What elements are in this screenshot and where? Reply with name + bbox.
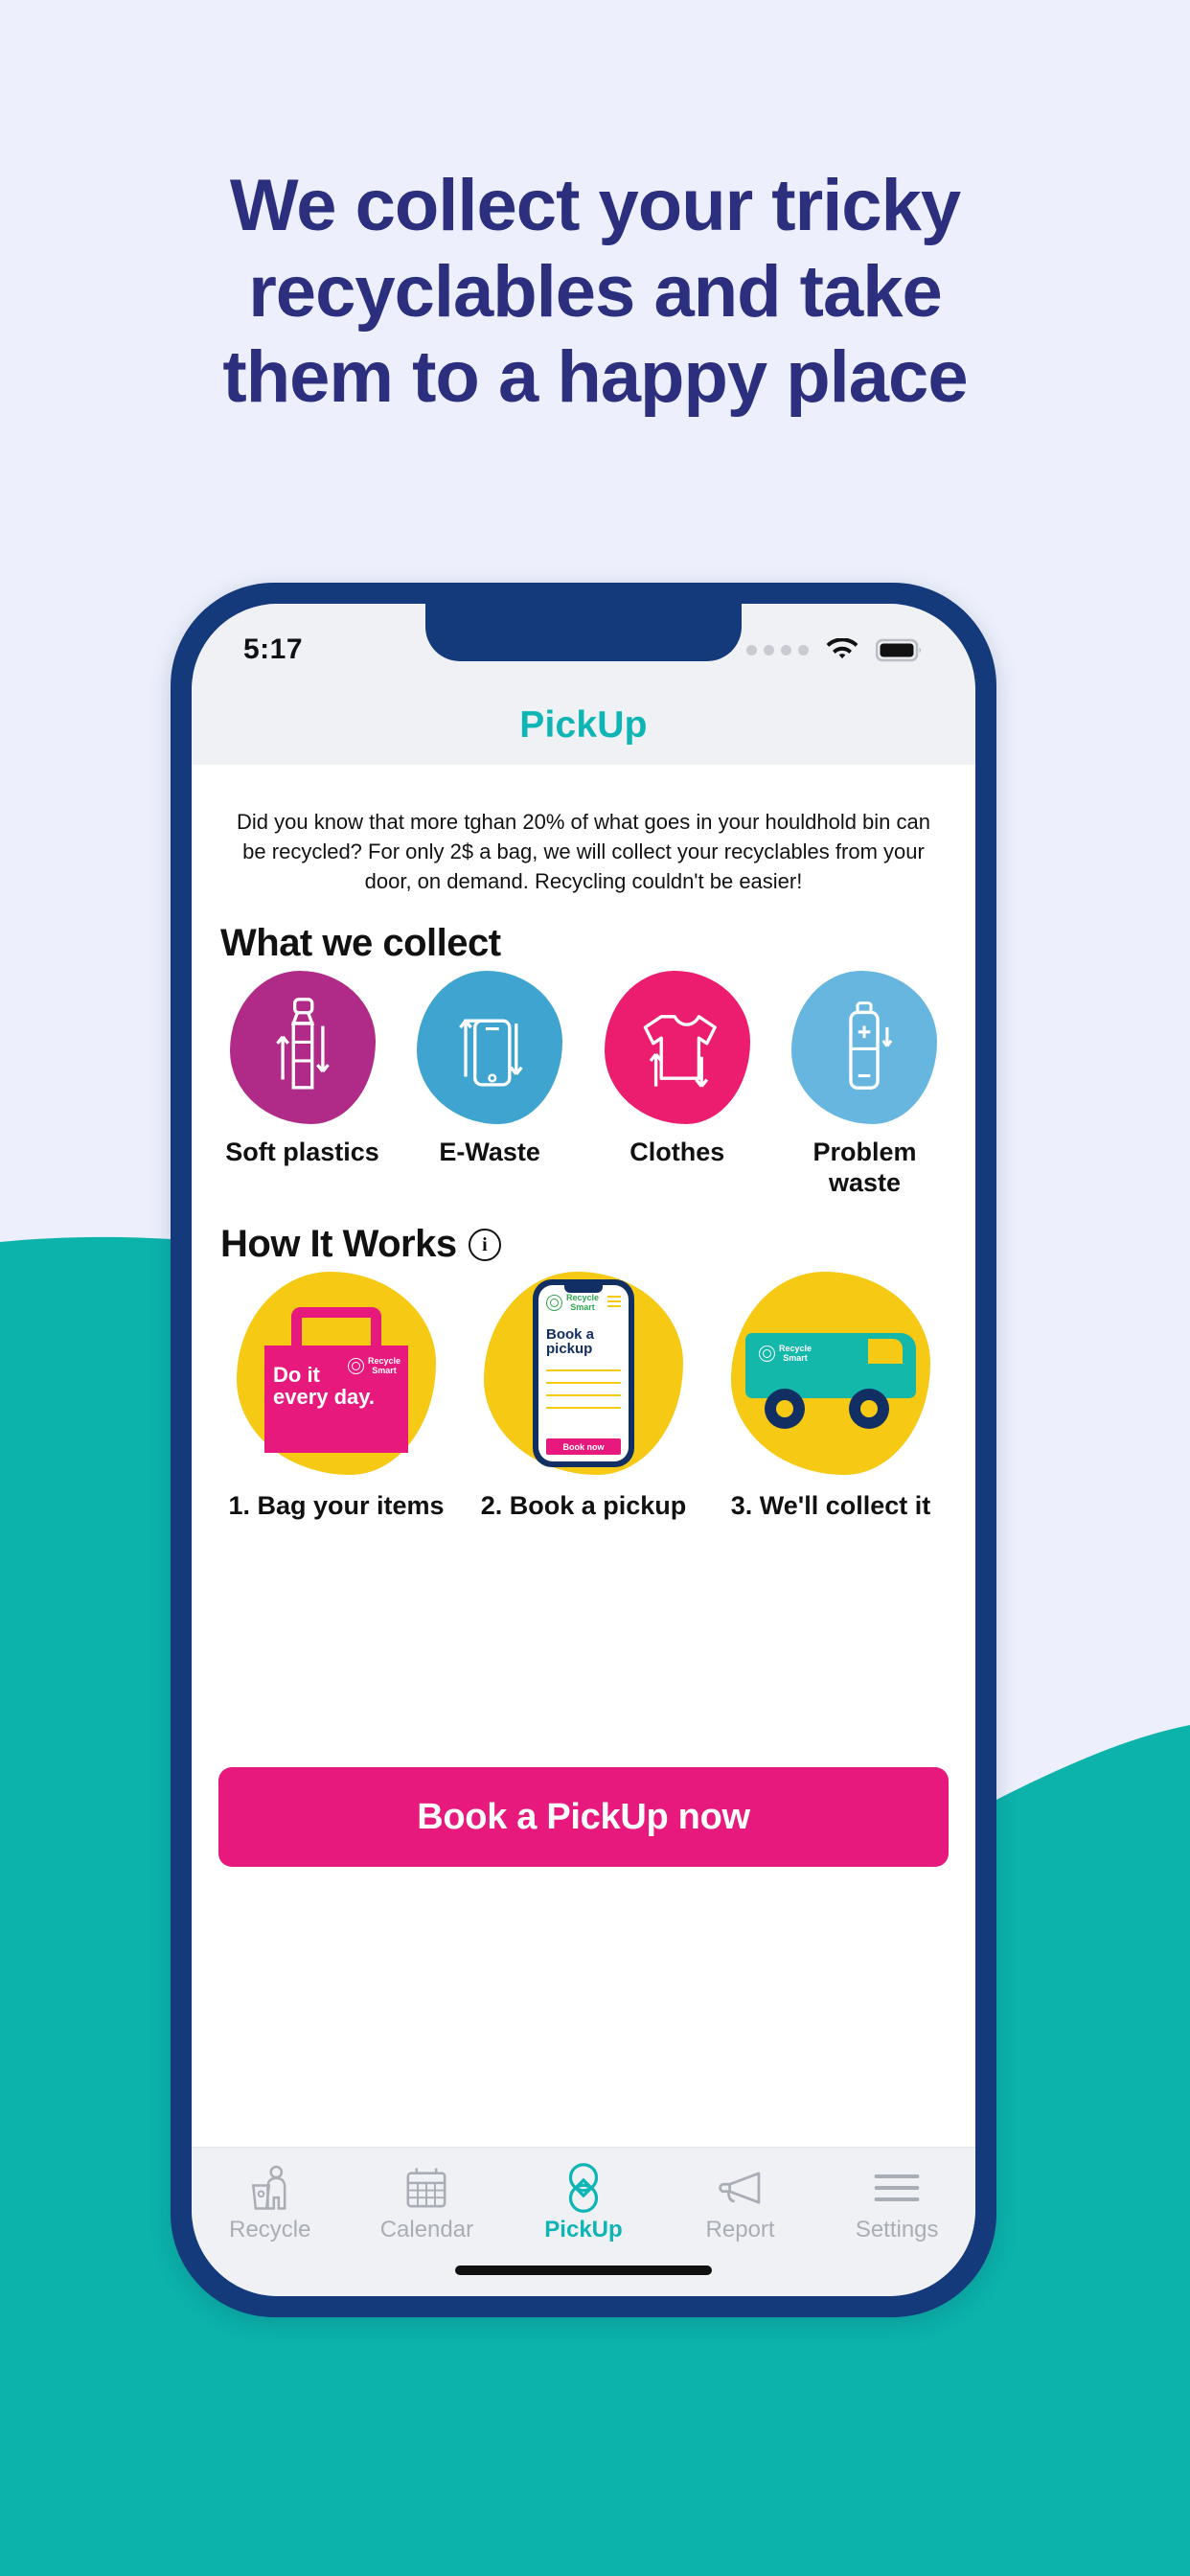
collect-item-clothes[interactable]: Clothes <box>593 970 761 1199</box>
truck-art: Recycle Smart <box>731 1272 930 1476</box>
collect-section-title: What we collect <box>220 922 949 965</box>
phone-mockup: 5:17 PickUp Did you know that more tghan… <box>171 583 996 2317</box>
how-step-label: 2. Book a pickup <box>480 1491 687 1521</box>
recycle-smart-mark-icon <box>546 1295 562 1312</box>
collect-item-label: Soft plastics <box>225 1137 379 1166</box>
collect-item-label: E-Waste <box>439 1137 540 1166</box>
phone-notch <box>425 604 742 661</box>
truck-wheel-rear <box>849 1389 889 1430</box>
how-step-3[interactable]: Recycle Smart 3. We'll collect it <box>721 1272 941 1521</box>
tab-label: Settings <box>855 2217 939 2242</box>
how-section-title: How It Works i <box>220 1223 949 1266</box>
collect-item-label: Problem waste <box>812 1137 917 1197</box>
brand-line-2: Smart <box>372 1365 397 1375</box>
collect-item-label: Clothes <box>629 1137 725 1166</box>
phone-screen: 5:17 PickUp Did you know that more tghan… <box>192 604 975 2296</box>
tab-label: PickUp <box>544 2217 623 2242</box>
how-step-1[interactable]: Recycle Smart Do it every day. 1. Bag yo… <box>226 1272 446 1521</box>
battery-full-icon <box>876 638 922 661</box>
pink-bag-art: Recycle Smart Do it every day. <box>237 1272 436 1476</box>
person-bin-icon <box>192 2163 349 2213</box>
tab-label: Recycle <box>229 2217 311 2242</box>
page-headline: We collect your tricky recyclables and t… <box>0 163 1190 421</box>
tab-report[interactable]: Report <box>662 2163 819 2243</box>
tab-pickup[interactable]: PickUp <box>505 2163 662 2243</box>
how-step-2[interactable]: Recycle Smart Book a pickup Book now 2. … <box>473 1272 694 1521</box>
hamburger-icon <box>607 1296 621 1310</box>
how-section-title-text: How It Works <box>220 1223 457 1266</box>
bag-illustration: Recycle Smart Do it every day. <box>264 1307 408 1454</box>
collect-item-soft-plastics[interactable]: Soft plastics <box>218 970 386 1199</box>
tab-label: Report <box>705 2217 775 2242</box>
collect-item-e-waste[interactable]: E-Waste <box>406 970 574 1199</box>
mini-phone-title: Book a pickup <box>546 1327 621 1357</box>
app-header: PickUp <box>192 686 975 765</box>
brand-line-2: Smart <box>570 1301 595 1312</box>
recycle-smart-logo: Recycle Smart <box>759 1345 812 1362</box>
collect-section-title-text: What we collect <box>220 921 501 964</box>
mini-phone-form-fields <box>546 1363 621 1410</box>
recycle-smart-mark-icon <box>759 1346 775 1363</box>
mini-phone-art: Recycle Smart Book a pickup Book now <box>484 1272 683 1476</box>
book-pickup-button[interactable]: Book a PickUp now <box>218 1767 949 1867</box>
headline-line-1: We collect your tricky <box>229 165 961 246</box>
intro-paragraph: Did you know that more tghan 20% of what… <box>236 810 930 894</box>
hamburger-icon <box>818 2163 975 2213</box>
headline-line-3: them to a happy place <box>222 336 968 419</box>
headline-line-2: recyclables and take <box>248 250 943 333</box>
mini-phone-illustration: Recycle Smart Book a pickup Book now <box>533 1279 634 1468</box>
how-step-label: 3. We'll collect it <box>730 1491 931 1521</box>
calendar-icon <box>349 2163 506 2213</box>
status-clock: 5:17 <box>243 633 304 665</box>
mini-title-line-2: pickup <box>546 1341 593 1358</box>
phone-recycle-icon <box>417 970 563 1124</box>
phone-frame: 5:17 PickUp Did you know that more tghan… <box>171 583 996 2317</box>
tab-recycle[interactable]: Recycle <box>192 2163 349 2243</box>
mini-phone-notch <box>564 1285 603 1294</box>
wifi-icon <box>826 637 858 658</box>
recycle-smart-wordmark: Recycle Smart <box>779 1345 812 1362</box>
home-indicator <box>455 2266 712 2275</box>
bag-slogan-line-2: every day. <box>273 1384 376 1409</box>
bottle-recycle-icon <box>229 970 376 1124</box>
how-steps-row: Recycle Smart Do it every day. 1. Bag yo… <box>218 1272 949 1521</box>
collect-items-row: Soft plastics E-Waste Clothes Problem wa… <box>218 970 949 1199</box>
tab-settings[interactable]: Settings <box>818 2163 975 2243</box>
megaphone-icon <box>662 2163 819 2213</box>
tab-calendar[interactable]: Calendar <box>349 2163 506 2243</box>
battery-recycle-icon <box>791 970 938 1124</box>
truck-illustration: Recycle Smart <box>745 1316 916 1431</box>
collect-item-problem-waste[interactable]: Problem waste <box>781 970 949 1199</box>
tab-label: Calendar <box>379 2217 474 2242</box>
bag-slogan: Do it every day. <box>273 1365 375 1408</box>
info-icon[interactable]: i <box>468 1228 501 1261</box>
tshirt-recycle-icon <box>604 970 750 1124</box>
brand-line-2: Smart <box>783 1352 808 1363</box>
recycle-smart-wordmark: Recycle Smart <box>566 1294 599 1311</box>
status-icons <box>746 637 924 662</box>
app-content: Did you know that more tghan 20% of what… <box>192 765 975 2147</box>
bag-slogan-line-1: Do it <box>273 1363 320 1388</box>
truck-wheel-front <box>765 1389 805 1430</box>
pickup-loop-icon <box>505 2163 662 2213</box>
mini-phone-book-now-button: Book now <box>546 1438 621 1456</box>
mini-phone-screen: Recycle Smart Book a pickup Book now <box>538 1285 629 1462</box>
cta-wrapper: Book a PickUp now <box>192 1767 975 1867</box>
truck-window <box>868 1339 903 1365</box>
signal-dots-icon <box>746 644 809 656</box>
how-step-label: 1. Bag your items <box>228 1491 445 1521</box>
app-title: PickUp <box>519 704 648 746</box>
